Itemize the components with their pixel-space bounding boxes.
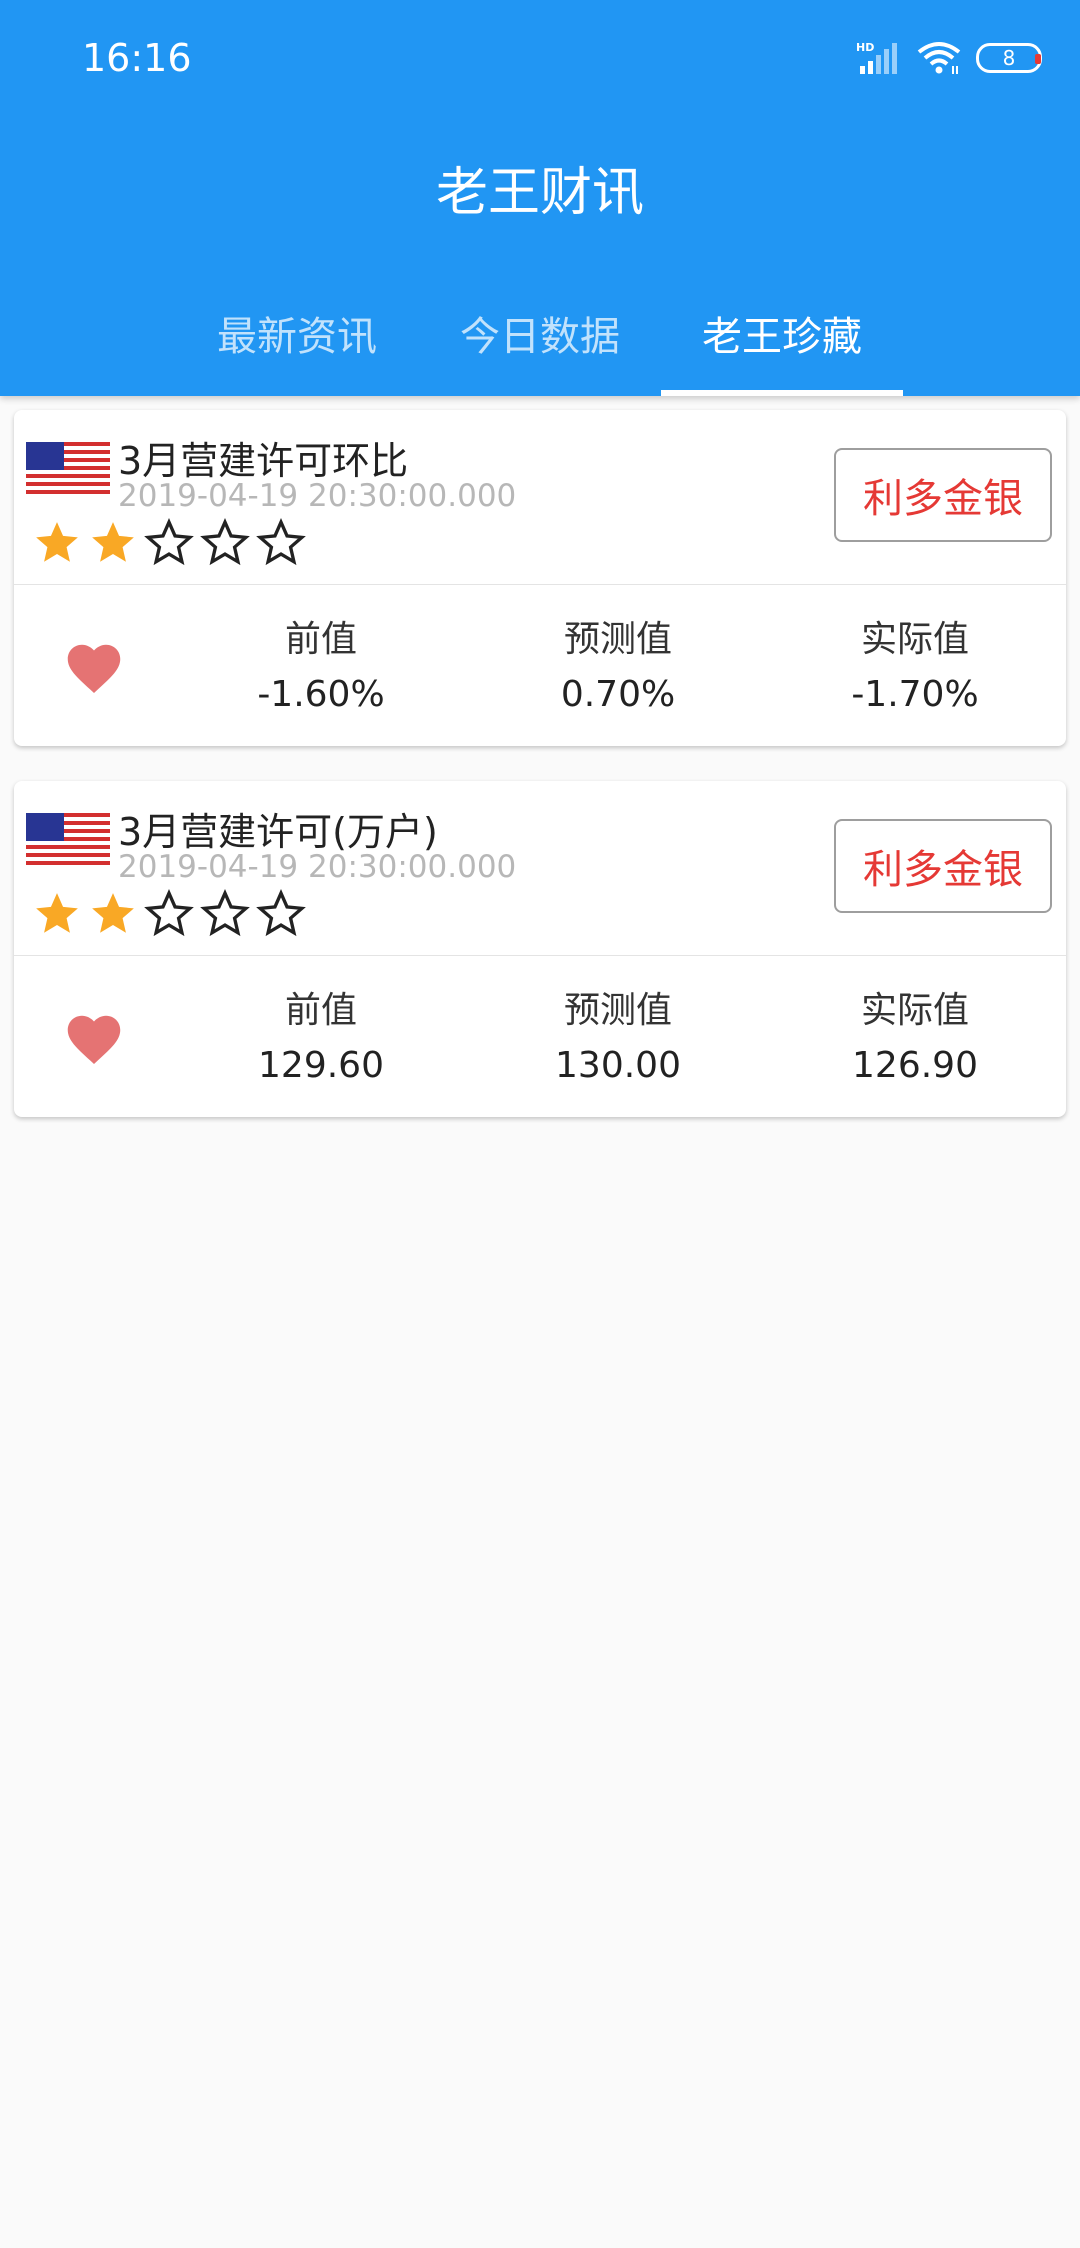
- star-outline-icon: [256, 889, 306, 937]
- star-outline-icon: [144, 889, 194, 937]
- previous-label: 前值: [284, 619, 357, 660]
- forecast-label: 预测值: [563, 619, 672, 660]
- status-bar: 16:16 HD 8: [0, 0, 1080, 120]
- previous-value: 129.60: [258, 1045, 384, 1086]
- item-title: 3月营建许可环比: [118, 439, 409, 483]
- forecast-value-column: 预测值 130.00: [488, 981, 748, 1086]
- tab-collection[interactable]: 老王珍藏: [662, 290, 902, 396]
- heart-icon[interactable]: [64, 640, 124, 696]
- tab-bar: 最新资讯 今日数据 老王珍藏: [0, 290, 1080, 396]
- hd-signal-icon: HD: [856, 41, 897, 74]
- data-card[interactable]: 3月营建许可(万户) 2019-04-19 20:30:00.000 利多金银 …: [14, 781, 1066, 1117]
- actual-value-column: 实际值 126.90: [785, 981, 1045, 1086]
- heart-icon[interactable]: [64, 1011, 124, 1067]
- forecast-value-column: 预测值 0.70%: [488, 610, 748, 715]
- previous-value-column: 前值 -1.60%: [191, 610, 451, 715]
- tab-latest-news[interactable]: 最新资讯: [177, 290, 417, 396]
- impact-button[interactable]: 利多金银: [834, 819, 1052, 913]
- star-filled-icon: [92, 522, 134, 562]
- previous-value-column: 前值 129.60: [191, 981, 451, 1086]
- previous-value: -1.60%: [257, 674, 385, 715]
- star-outline-icon: [200, 518, 250, 566]
- star-filled-icon: [92, 893, 134, 933]
- importance-stars: [32, 518, 306, 568]
- item-time: 2019-04-19 20:30:00.000: [118, 849, 517, 885]
- star-filled-icon: [36, 893, 78, 933]
- status-time: 16:16: [82, 36, 192, 80]
- forecast-value: 130.00: [555, 1045, 681, 1086]
- app-bar: 16:16 HD 8 老王财讯 最新资讯 今日数据 老王珍藏: [0, 0, 1080, 396]
- tab-today-data[interactable]: 今日数据: [420, 290, 660, 396]
- item-title: 3月营建许可(万户): [118, 810, 438, 854]
- data-card[interactable]: 3月营建许可环比 2019-04-19 20:30:00.000 利多金银 前值…: [14, 410, 1066, 746]
- tab-label: 今日数据: [460, 314, 620, 360]
- app-title: 老王财讯: [435, 163, 644, 223]
- star-outline-icon: [256, 518, 306, 566]
- actual-value-column: 实际值 -1.70%: [785, 610, 1045, 715]
- impact-button[interactable]: 利多金银: [834, 448, 1052, 542]
- importance-stars: [32, 889, 306, 939]
- star-outline-icon: [200, 889, 250, 937]
- forecast-value: 0.70%: [560, 674, 676, 715]
- star-outline-icon: [144, 518, 194, 566]
- actual-value: 126.90: [852, 1045, 978, 1086]
- us-flag-icon: [26, 813, 110, 865]
- tab-label: 老王珍藏: [702, 314, 862, 360]
- divider: [14, 584, 1066, 585]
- previous-label: 前值: [284, 990, 357, 1031]
- forecast-label: 预测值: [563, 990, 672, 1031]
- star-filled-icon: [36, 522, 78, 562]
- battery-icon: 8: [976, 43, 1042, 73]
- actual-value: -1.70%: [851, 674, 979, 715]
- status-icons: HD 8: [856, 38, 1042, 78]
- actual-label: 实际值: [860, 619, 969, 660]
- card-header: 3月营建许可(万户) 2019-04-19 20:30:00.000 利多金银: [14, 781, 1066, 955]
- svg-text:HD: HD: [856, 41, 874, 54]
- tab-indicator: [661, 390, 903, 396]
- card-header: 3月营建许可环比 2019-04-19 20:30:00.000 利多金银: [14, 410, 1066, 584]
- us-flag-icon: [26, 442, 110, 494]
- wifi-icon: [917, 42, 961, 74]
- divider: [14, 955, 1066, 956]
- battery-level: 8: [1002, 46, 1016, 70]
- actual-label: 实际值: [860, 990, 969, 1031]
- tab-label: 最新资讯: [217, 314, 377, 360]
- item-time: 2019-04-19 20:30:00.000: [118, 478, 517, 514]
